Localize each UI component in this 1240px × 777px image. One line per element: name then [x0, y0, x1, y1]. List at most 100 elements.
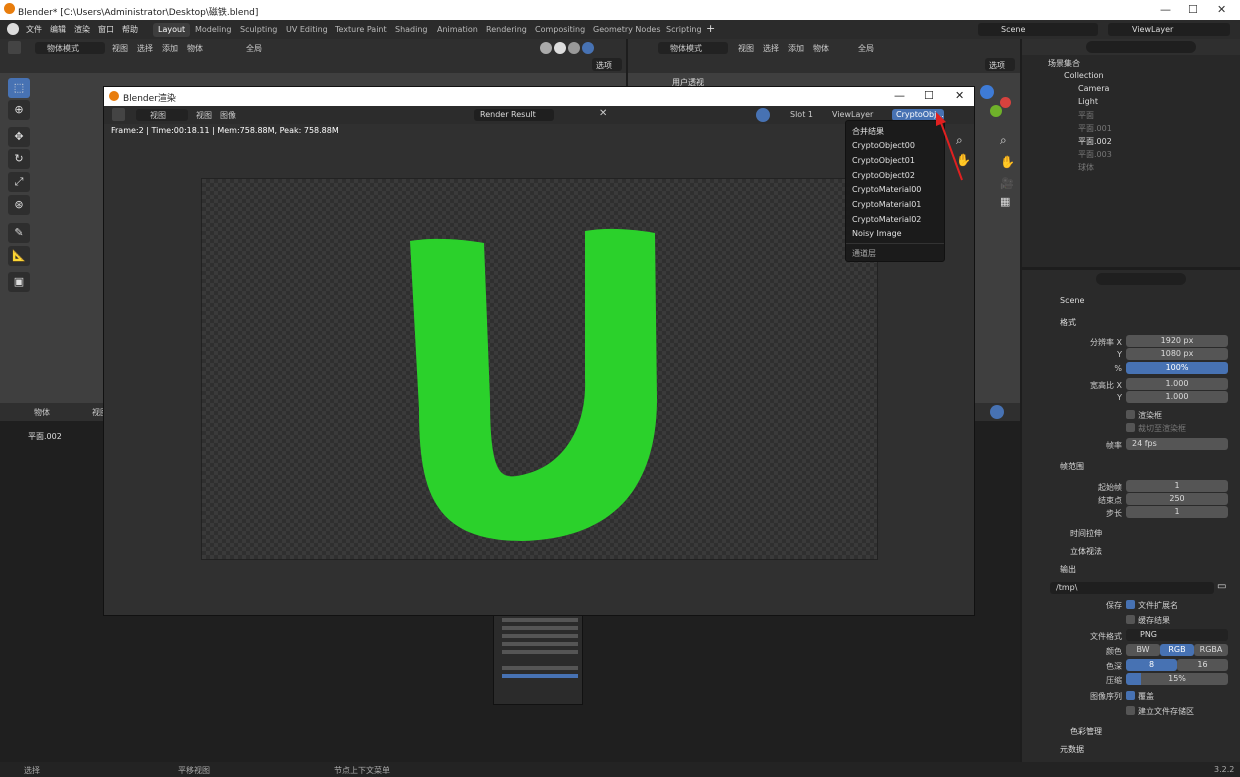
blender-menu-icon[interactable]: [7, 23, 19, 35]
checkbox-border[interactable]: [1126, 410, 1135, 419]
right-mode-dropdown[interactable]: 物体模式: [658, 42, 728, 54]
move-icon[interactable]: ✥: [8, 127, 30, 147]
compression-slider[interactable]: 15%: [1126, 673, 1228, 685]
transform-orientation[interactable]: 全局: [246, 43, 262, 54]
node-object-mode[interactable]: 物体: [34, 407, 50, 418]
transform-icon[interactable]: ⊛: [8, 195, 30, 215]
outliner-item-plane001[interactable]: 平面.001: [1022, 121, 1240, 134]
render-close-icon[interactable]: ✕: [955, 89, 964, 102]
field-aspect-x[interactable]: 1.000: [1126, 378, 1228, 390]
editor-type-icon[interactable]: [8, 41, 21, 54]
tab-rendering[interactable]: Rendering: [481, 23, 532, 37]
dropdown-fps[interactable]: 24 fps: [1126, 438, 1228, 450]
field-step[interactable]: 1: [1126, 506, 1228, 518]
tab-uv-editing[interactable]: UV Editing: [281, 23, 333, 37]
checkbox-file-ext[interactable]: [1126, 600, 1135, 609]
outliner-item-plane003[interactable]: 平面.003: [1022, 147, 1240, 160]
depth-16-button[interactable]: 16: [1177, 659, 1228, 671]
tab-geometry-nodes[interactable]: Geometry Nodes: [588, 23, 665, 37]
checkbox-overwrite[interactable]: [1126, 691, 1135, 700]
outliner-item-plane[interactable]: 平面: [1022, 108, 1240, 121]
outliner-collection[interactable]: Collection: [1022, 69, 1240, 82]
menu-help[interactable]: 帮助: [122, 24, 138, 35]
section-format[interactable]: 格式: [1060, 317, 1076, 328]
field-aspect-y[interactable]: 1.000: [1126, 391, 1228, 403]
grid-view-icon[interactable]: ▦: [1000, 195, 1010, 208]
gizmo-z-icon[interactable]: [980, 85, 994, 99]
pass-cryptoobject00[interactable]: CryptoObject00: [852, 141, 915, 150]
section-frame-range[interactable]: 帧范围: [1060, 461, 1084, 472]
render-view-mode-dropdown[interactable]: 视图: [136, 109, 188, 121]
outliner-item-sphere[interactable]: 球体: [1022, 160, 1240, 173]
pass-cryptoobject02[interactable]: CryptoObject02: [852, 171, 915, 180]
tab-texture-paint[interactable]: Texture Paint: [330, 23, 392, 37]
gizmo-y-icon[interactable]: [990, 105, 1002, 117]
menu-view[interactable]: 视图: [112, 43, 128, 54]
mode-dropdown[interactable]: 物体模式: [35, 42, 105, 54]
pass-combined[interactable]: 合并结果: [852, 126, 884, 137]
zoom-icon[interactable]: ⌕: [1000, 133, 1007, 148]
tab-sculpting[interactable]: Sculpting: [235, 23, 282, 37]
display-channels-icon[interactable]: [756, 108, 770, 122]
checkbox-placeholders[interactable]: [1126, 706, 1135, 715]
pass-noisy-image[interactable]: Noisy Image: [852, 229, 902, 238]
annotate-icon[interactable]: ✎: [8, 223, 30, 243]
viewlayer-selector[interactable]: ViewLayer: [1108, 23, 1230, 36]
outliner-item-camera[interactable]: Camera: [1022, 82, 1240, 95]
camera-view-icon[interactable]: 🎥: [1000, 177, 1014, 190]
tab-scripting[interactable]: Scripting: [661, 23, 707, 37]
checkbox-crop[interactable]: [1126, 423, 1135, 432]
color-rgba-button[interactable]: RGBA: [1194, 644, 1228, 656]
depth-8-button[interactable]: 8: [1126, 659, 1177, 671]
add-cube-icon[interactable]: ▣: [8, 272, 30, 292]
menu-select[interactable]: 选择: [137, 43, 153, 54]
field-percent[interactable]: 100%: [1126, 362, 1228, 374]
dropdown-file-format[interactable]: PNG: [1126, 629, 1228, 641]
tab-compositing[interactable]: Compositing: [530, 23, 590, 37]
rotate-icon[interactable]: ↻: [8, 149, 30, 169]
output-path-input[interactable]: /tmp\: [1050, 582, 1214, 594]
folder-icon[interactable]: ▭: [1217, 581, 1226, 592]
menu-render[interactable]: 渲染: [74, 24, 90, 35]
pass-cryptomaterial00[interactable]: CryptoMaterial00: [852, 185, 921, 194]
node-panel[interactable]: [493, 613, 583, 705]
shading-material-icon[interactable]: [568, 42, 580, 54]
menu-edit[interactable]: 编辑: [50, 24, 66, 35]
field-end[interactable]: 250: [1126, 493, 1228, 505]
section-color-management[interactable]: 色彩管理: [1070, 726, 1102, 737]
outliner-item-plane002[interactable]: 平面.002: [1022, 134, 1240, 147]
shading-solid-icon[interactable]: [554, 42, 566, 54]
checkbox-cache[interactable]: [1126, 615, 1135, 624]
minimize-icon[interactable]: —: [1160, 3, 1171, 16]
tab-shading[interactable]: Shading: [390, 23, 433, 37]
gizmo-x-icon[interactable]: [1000, 97, 1011, 108]
measure-icon[interactable]: 📐: [8, 246, 30, 266]
field-res-x[interactable]: 1920 px: [1126, 335, 1228, 347]
right-menu-view[interactable]: 视图: [738, 43, 754, 54]
right-transform-orientation[interactable]: 全局: [858, 43, 874, 54]
image-name-field[interactable]: Render Result: [474, 109, 554, 121]
scale-icon[interactable]: ⤢: [8, 172, 30, 192]
add-workspace-icon[interactable]: +: [706, 22, 715, 35]
render-maximize-icon[interactable]: ☐: [924, 89, 934, 102]
section-output[interactable]: 输出: [1060, 564, 1076, 575]
close-icon[interactable]: ✕: [1217, 3, 1226, 16]
render-canvas[interactable]: [201, 178, 878, 560]
outliner-item-light[interactable]: Light: [1022, 95, 1240, 108]
outliner-root[interactable]: 场景集合: [1022, 56, 1240, 69]
render-minimize-icon[interactable]: —: [894, 89, 905, 102]
cursor-icon[interactable]: ⊕: [8, 100, 30, 120]
tab-modeling[interactable]: Modeling: [190, 23, 236, 37]
section-time-stretch[interactable]: 时间拉伸: [1070, 528, 1102, 539]
select-box-icon[interactable]: ⬚: [8, 78, 30, 98]
menu-window[interactable]: 窗口: [98, 24, 114, 35]
shading-rendered-icon[interactable]: [582, 42, 594, 54]
scene-selector[interactable]: Scene: [978, 23, 1098, 36]
pass-cryptomaterial02[interactable]: CryptoMaterial02: [852, 215, 921, 224]
options-dropdown[interactable]: 选项: [592, 58, 622, 71]
color-bw-button[interactable]: BW: [1126, 644, 1160, 656]
pass-cryptomaterial01[interactable]: CryptoMaterial01: [852, 200, 921, 209]
right-menu-add[interactable]: 添加: [788, 43, 804, 54]
menu-file[interactable]: 文件: [26, 24, 42, 35]
right-menu-select[interactable]: 选择: [763, 43, 779, 54]
